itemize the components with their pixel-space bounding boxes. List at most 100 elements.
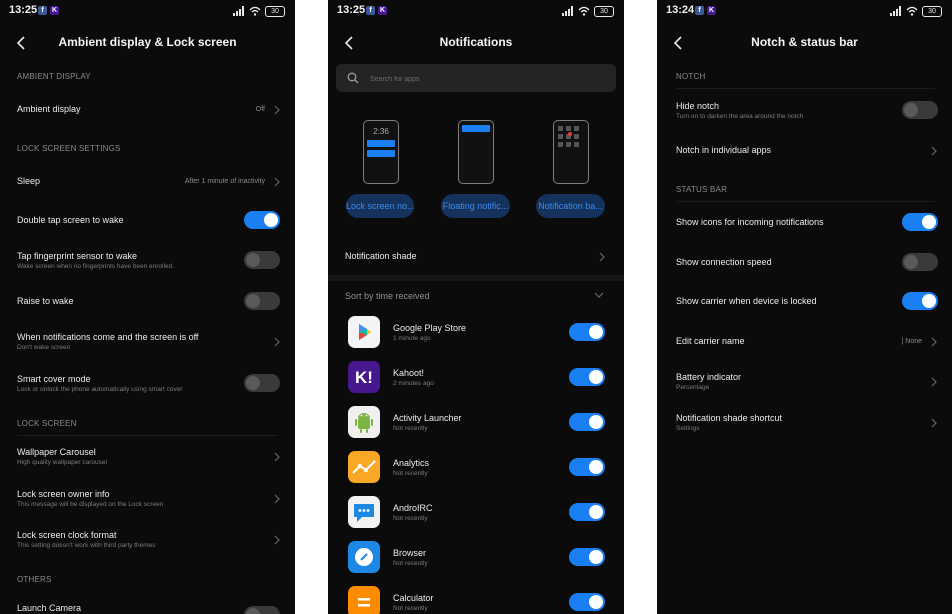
hide-notch-toggle[interactable]: [902, 101, 938, 119]
app-time: Not recently: [393, 560, 428, 567]
mockup-notification: [367, 140, 395, 147]
edit-carrier-name-row[interactable]: Edit carrier name | None: [657, 327, 952, 355]
app-row: AndroIRC Not recently: [328, 494, 624, 534]
floating-notification-mockup[interactable]: [458, 120, 494, 184]
notch-individual-apps-label: Notch in individual apps: [676, 145, 772, 155]
sort-row[interactable]: Sort by time received: [328, 284, 624, 308]
lock-screen-mockup[interactable]: 2:36: [363, 120, 399, 184]
section-ambient-display: AMBIENT DISPLAY: [17, 72, 91, 81]
raise-to-wake-toggle[interactable]: [244, 292, 280, 310]
section-lock-screen: LOCK SCREEN: [17, 419, 77, 428]
status-bar: 13:25 f K 30: [0, 0, 295, 22]
notch-status-bar-screen: 13:24 f K 30 Notch & status bar NOTCH Hi…: [657, 0, 952, 614]
app-toggle[interactable]: [569, 548, 605, 566]
app-time: 1 minute ago: [393, 335, 431, 342]
battery-indicator-row[interactable]: Battery indicator Percentage: [657, 367, 952, 397]
battery-icon: 30: [265, 5, 285, 17]
notch-individual-apps-row[interactable]: Notch in individual apps: [657, 137, 952, 165]
double-tap-toggle[interactable]: [244, 211, 280, 229]
pill-notification-badge[interactable]: Notification ba...: [536, 194, 605, 218]
carrier-name-value: | None: [901, 338, 923, 345]
browser-icon: [348, 541, 380, 573]
sleep-row[interactable]: Sleep After 1 minute of inactivity: [0, 168, 295, 196]
connection-speed-row: Show connection speed: [657, 248, 952, 276]
app-toggle[interactable]: [569, 503, 605, 521]
app-row: K! Kahoot! 2 minutes ago: [328, 359, 624, 399]
smart-cover-sub: Lock or unlock the phone automatically u…: [17, 386, 183, 393]
chevron-right-icon: [274, 337, 280, 347]
header: Notifications: [328, 32, 624, 54]
divider: [17, 435, 278, 436]
hide-notch-row: Hide notch Turn on to darken the area ar…: [657, 96, 952, 126]
toggle-knob: [589, 370, 603, 384]
app-name: Google Play Store: [393, 323, 467, 333]
mockup-banner: [462, 125, 490, 132]
section-notch: NOTCH: [676, 72, 706, 81]
app-name: AndroIRC: [393, 503, 433, 513]
owner-info-row[interactable]: Lock screen owner info This message will…: [0, 484, 295, 514]
ambient-display-value: Off: [255, 106, 265, 113]
app-toggle[interactable]: [569, 323, 605, 341]
shade-shortcut-row[interactable]: Notification shade shortcut Settings: [657, 408, 952, 438]
launch-camera-row: Launch Camera: [0, 598, 295, 614]
section-lock-screen-settings: LOCK SCREEN SETTINGS: [17, 144, 121, 153]
toggle-knob: [904, 255, 918, 269]
show-icons-toggle[interactable]: [902, 213, 938, 231]
status-time: 13:25: [337, 4, 366, 16]
chevron-right-icon: [931, 337, 937, 347]
google-play-store-icon: [348, 316, 380, 348]
app-time: Not recently: [393, 605, 428, 612]
app-toggle[interactable]: [569, 458, 605, 476]
app-toggle[interactable]: [569, 593, 605, 611]
signal-icon: [890, 6, 901, 16]
clock-format-row[interactable]: Lock screen clock format This setting do…: [0, 525, 295, 555]
ambient-display-row[interactable]: Ambient display Off: [0, 96, 295, 124]
pill-floating[interactable]: Floating notific...: [441, 194, 510, 218]
double-tap-label: Double tap screen to wake: [17, 215, 124, 225]
smart-cover-label: Smart cover mode: [17, 374, 91, 384]
fingerprint-toggle[interactable]: [244, 251, 280, 269]
chevron-right-icon: [931, 146, 937, 156]
app-name: Activity Launcher: [393, 413, 462, 423]
connection-speed-toggle[interactable]: [902, 253, 938, 271]
smart-cover-row: Smart cover mode Lock or unlock the phon…: [0, 369, 295, 399]
notification-shade-row[interactable]: Notification shade: [328, 243, 624, 271]
facebook-icon: f: [695, 6, 704, 15]
wallpaper-carousel-row[interactable]: Wallpaper Carousel High quality wallpape…: [0, 442, 295, 472]
divider: [676, 201, 935, 202]
facebook-icon: f: [38, 6, 47, 15]
search-input[interactable]: [368, 70, 572, 88]
toggle-knob: [904, 103, 918, 117]
smart-cover-toggle[interactable]: [244, 374, 280, 392]
notifications-screen-off-sub: Don't wake screen: [17, 344, 71, 351]
chevron-down-icon: [594, 292, 604, 298]
shade-shortcut-sub: Settings: [676, 425, 700, 432]
app-toggle[interactable]: [569, 368, 605, 386]
signal-icon: [233, 6, 244, 16]
toggle-knob: [246, 376, 260, 390]
notification-badge-mockup[interactable]: [553, 120, 589, 184]
chevron-right-icon: [274, 105, 280, 115]
section-others: OTHERS: [17, 575, 52, 584]
search-icon: [347, 72, 359, 84]
notifications-screen-off-row[interactable]: When notifications come and the screen i…: [0, 327, 295, 357]
app-toggle[interactable]: [569, 413, 605, 431]
app-row: Calculator Not recently: [328, 584, 624, 614]
search-bar[interactable]: [336, 64, 616, 92]
status-bar: 13:24 f K 30: [657, 0, 952, 22]
edit-carrier-name-label: Edit carrier name: [676, 336, 745, 346]
toggle-knob: [589, 460, 603, 474]
kahoot-app-icon: K!: [348, 361, 380, 393]
status-time: 13:25: [9, 4, 38, 16]
carrier-locked-toggle[interactable]: [902, 292, 938, 310]
pill-lock-screen[interactable]: Lock screen no...: [346, 194, 414, 218]
sleep-label: Sleep: [17, 176, 41, 186]
app-row: Activity Launcher Not recently: [328, 404, 624, 444]
kahoot-icon: K: [707, 6, 716, 15]
calculator-icon: [348, 586, 380, 614]
launch-camera-toggle[interactable]: [244, 606, 280, 614]
app-time: 2 minutes ago: [393, 380, 434, 387]
status-time: 13:24: [666, 4, 695, 16]
mockup-clock: 2:36: [373, 127, 389, 136]
owner-info-sub: This message will be displayed on the Lo…: [17, 501, 164, 508]
